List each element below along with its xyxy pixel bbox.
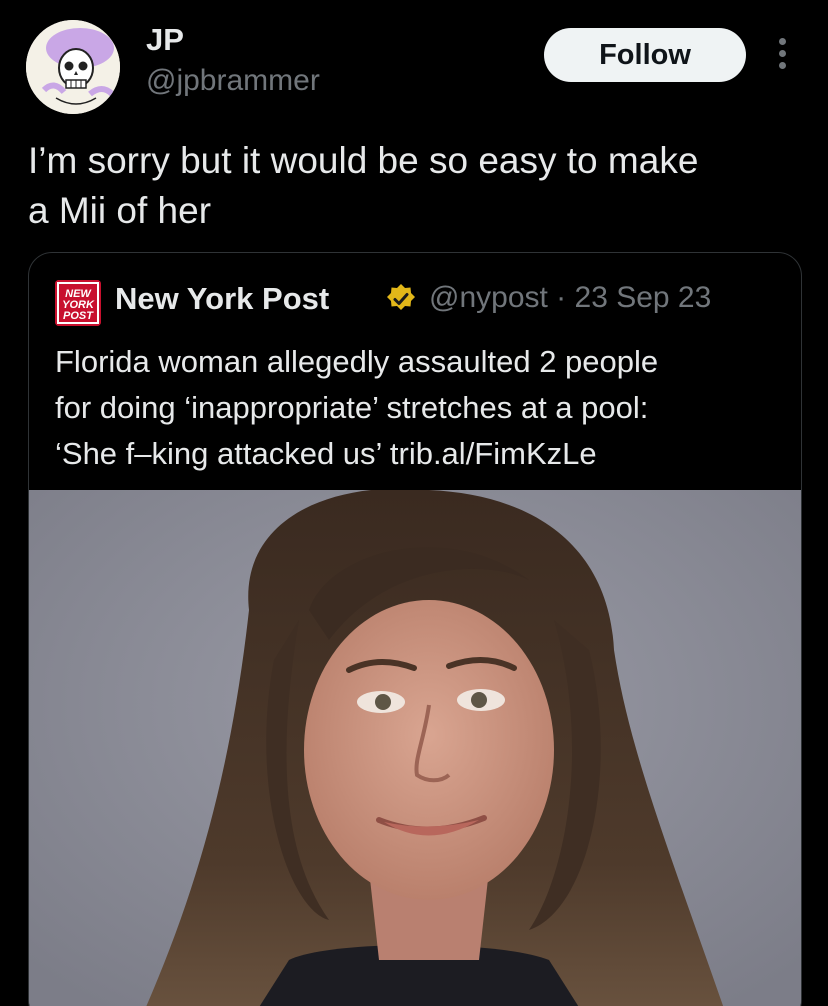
quoted-author-name[interactable]: New York Post [115,281,329,317]
more-vertical-icon[interactable] [770,38,794,78]
quoted-text: Florida woman allegedly assaulted 2 peop… [55,339,785,477]
avatar[interactable] [26,20,120,114]
quoted-line: Florida woman allegedly assaulted 2 peop… [55,344,659,379]
quoted-post-header: NEW YORK POST New York Post @nypost · 23… [55,277,795,326]
tweet-line: a Mii of her [28,190,212,231]
quoted-line: for doing ‘inappropriate’ stretches at a… [55,390,649,425]
nypost-logo: NEW YORK POST [55,280,101,326]
verified-badge-icon [387,284,415,310]
quoted-post[interactable]: NEW YORK POST New York Post @nypost · 23… [28,252,802,1006]
tweet-text: I’m sorry but it would be so easy to mak… [28,136,808,236]
quoted-photo[interactable] [29,490,801,1006]
quoted-line-text: ‘She f–king attacked us’ trib.al/FimKzLe [55,436,597,471]
author-name[interactable]: JP [146,22,184,58]
quoted-handle-date: @nypost · 23 Sep 23 [429,281,712,314]
post-header: JP @jpbrammer Follow [0,0,828,120]
avatar-skeleton-image [26,20,120,114]
svg-text:POST: POST [63,310,94,322]
mugshot-photo [29,490,801,1006]
post-view: JP @jpbrammer Follow I’m sorry but it wo… [0,0,828,1006]
follow-button[interactable]: Follow [544,28,746,82]
author-handle[interactable]: @jpbrammer [146,64,320,98]
tweet-line: I’m sorry but it would be so easy to mak… [28,140,699,181]
quoted-line: ‘She f–king attacked us’ trib.al/FimKzLe [55,431,785,477]
